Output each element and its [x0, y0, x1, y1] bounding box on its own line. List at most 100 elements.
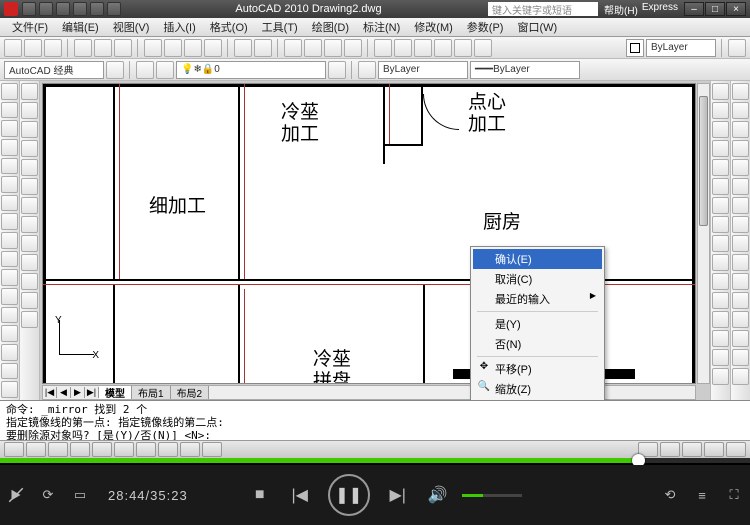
move-icon[interactable] [712, 178, 729, 195]
volume-slider[interactable] [462, 494, 522, 497]
menu-param[interactable]: 参数(P) [461, 19, 510, 35]
grid-toggle[interactable] [26, 442, 46, 457]
app-logo-icon[interactable] [4, 2, 18, 16]
m10-icon[interactable] [732, 254, 749, 271]
trim-icon[interactable] [712, 254, 729, 271]
fullscreen-button[interactable]: ⛶ [718, 475, 750, 515]
ctx-yes[interactable]: 是(Y) [473, 314, 602, 334]
fillet-icon[interactable] [712, 349, 729, 366]
zoom-rt-icon[interactable] [304, 39, 322, 57]
next-button[interactable]: ▶| [378, 475, 418, 515]
calc-icon[interactable] [474, 39, 492, 57]
pline-icon[interactable] [1, 120, 18, 137]
maximize-button[interactable]: □ [705, 2, 725, 16]
break-icon[interactable] [712, 292, 729, 309]
zoom-prev-icon[interactable] [344, 39, 362, 57]
qat-open-icon[interactable] [39, 2, 53, 16]
point-icon[interactable] [1, 307, 18, 324]
menu-draw[interactable]: 绘图(D) [306, 19, 355, 35]
tp-icon[interactable] [414, 39, 432, 57]
erase-icon[interactable] [712, 83, 729, 100]
lwt-toggle[interactable] [180, 442, 200, 457]
ctx-no[interactable]: 否(N) [473, 334, 602, 354]
d6-icon[interactable] [21, 178, 38, 195]
redo-icon[interactable] [254, 39, 272, 57]
lineweight-dropdown[interactable]: ━━━ ByLayer [470, 61, 580, 79]
spline-icon[interactable] [1, 232, 18, 249]
workspace-dropdown[interactable]: AutoCAD 经典 [4, 61, 104, 79]
scale-icon[interactable] [712, 216, 729, 233]
qp-toggle[interactable] [202, 442, 222, 457]
polygon-icon[interactable] [1, 139, 18, 156]
rect-icon[interactable] [1, 158, 18, 175]
ctx-cancel[interactable]: 取消(C) [473, 269, 602, 289]
mtext-icon[interactable] [1, 381, 18, 398]
ctx-confirm[interactable]: 确认(E) [473, 249, 602, 269]
region-icon[interactable] [1, 344, 18, 361]
d4-icon[interactable] [21, 140, 38, 157]
m16-icon[interactable] [732, 368, 749, 385]
m2-icon[interactable] [732, 102, 749, 119]
preview-icon[interactable] [94, 39, 112, 57]
publish-icon[interactable] [114, 39, 132, 57]
m9-icon[interactable] [732, 235, 749, 252]
ctx-pan[interactable]: ✥平移(P) [473, 359, 602, 379]
pan-icon[interactable] [284, 39, 302, 57]
help-menu[interactable]: 帮助(H) [604, 2, 638, 17]
join-icon[interactable] [712, 311, 729, 328]
ssm-icon[interactable] [434, 39, 452, 57]
insert-icon[interactable] [1, 269, 18, 286]
lw-icon[interactable] [358, 61, 376, 79]
m12-icon[interactable] [732, 292, 749, 309]
xline-icon[interactable] [1, 102, 18, 119]
chamfer-icon[interactable] [712, 330, 729, 347]
tab-nav-next[interactable]: ▶ [71, 387, 85, 398]
ctx-zoom[interactable]: 🔍缩放(Z) [473, 379, 602, 399]
m11-icon[interactable] [732, 273, 749, 290]
d13-icon[interactable] [21, 311, 38, 328]
vertical-scrollbar[interactable] [697, 83, 710, 384]
zoom-win-icon[interactable] [324, 39, 342, 57]
menu-modify[interactable]: 修改(M) [408, 19, 459, 35]
ellipse-icon[interactable] [1, 251, 18, 268]
m8-icon[interactable] [732, 216, 749, 233]
help-search-input[interactable]: 键入关键字或短语 [488, 2, 598, 16]
otrack-toggle[interactable] [114, 442, 134, 457]
minimize-button[interactable]: – [684, 2, 704, 16]
theater-button[interactable]: ▭ [64, 475, 96, 515]
snap-toggle[interactable] [4, 442, 24, 457]
ann-scale-icon[interactable] [660, 442, 680, 457]
d8-icon[interactable] [21, 216, 38, 233]
block-icon[interactable] [1, 288, 18, 305]
ducs-toggle[interactable] [136, 442, 156, 457]
color-control[interactable] [626, 39, 644, 57]
qat-save-icon[interactable] [56, 2, 70, 16]
layer-iso-icon[interactable] [328, 61, 346, 79]
express-menu[interactable]: Express [642, 2, 678, 17]
qat-new-icon[interactable] [22, 2, 36, 16]
props-icon[interactable] [374, 39, 392, 57]
tab-model[interactable]: 模型 [99, 386, 132, 399]
tab-layout1[interactable]: 布局1 [132, 386, 171, 399]
ws-switch-icon[interactable] [682, 442, 702, 457]
brush-icon[interactable] [728, 39, 746, 57]
d3-icon[interactable] [21, 121, 38, 138]
stretch-icon[interactable] [712, 235, 729, 252]
save-icon[interactable] [44, 39, 62, 57]
qat-undo-icon[interactable] [73, 2, 87, 16]
arc-icon[interactable] [1, 176, 18, 193]
menu-file[interactable]: 文件(F) [6, 19, 54, 35]
m1-icon[interactable] [732, 83, 749, 100]
mirror-icon[interactable] [712, 121, 729, 138]
d5-icon[interactable] [21, 159, 38, 176]
layer-props-icon[interactable] [156, 61, 174, 79]
m6-icon[interactable] [732, 178, 749, 195]
m4-icon[interactable] [732, 140, 749, 157]
layer-dropdown[interactable]: 💡❄🔒 0 [176, 61, 326, 79]
cut-icon[interactable] [144, 39, 162, 57]
table-icon[interactable] [1, 363, 18, 380]
tab-nav-prev[interactable]: ◀ [57, 387, 71, 398]
volume-button[interactable]: 🔊 [418, 475, 458, 515]
linetype-dropdown[interactable]: ByLayer [378, 61, 468, 79]
open-icon[interactable] [24, 39, 42, 57]
